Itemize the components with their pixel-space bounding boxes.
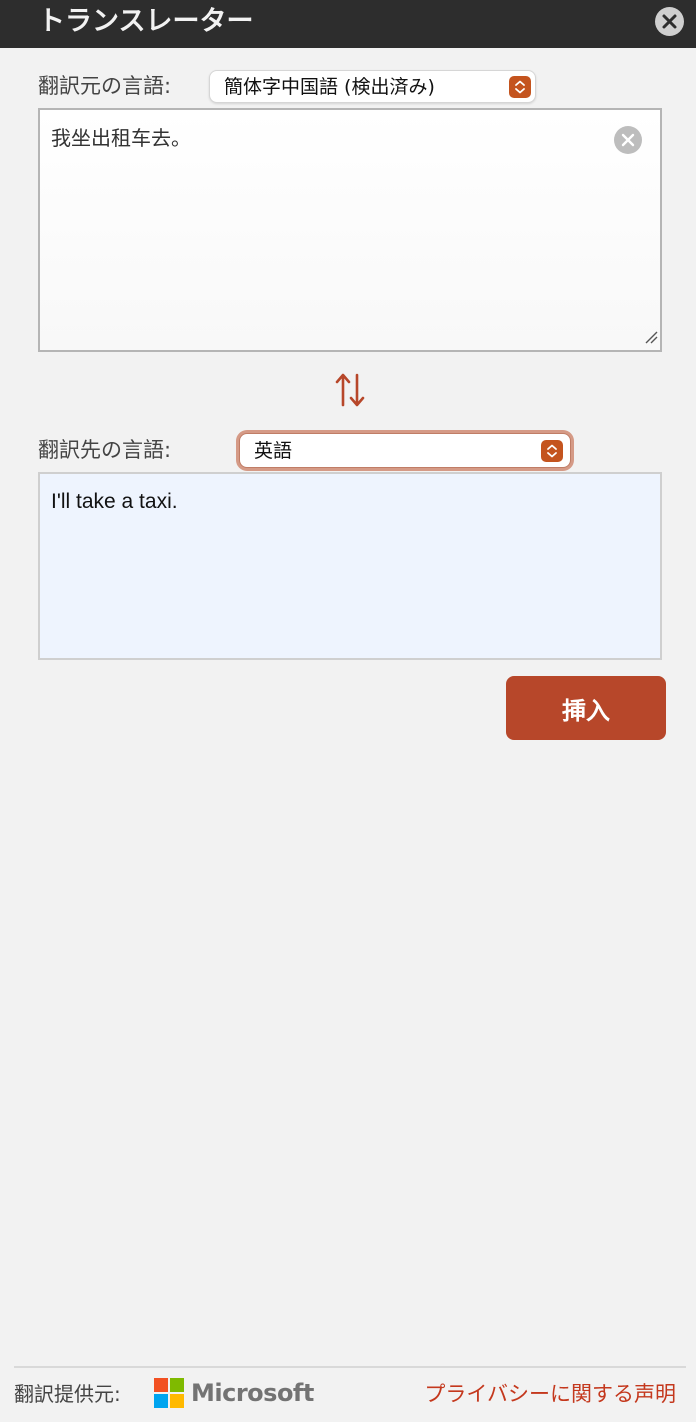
clear-text-icon[interactable] xyxy=(614,126,642,154)
footer-divider xyxy=(14,1366,686,1368)
chevron-updown-icon xyxy=(541,440,563,462)
privacy-statement-link[interactable]: プライバシーに関する声明 xyxy=(424,1380,676,1408)
swap-languages-icon[interactable] xyxy=(334,372,366,412)
insert-button[interactable]: 挿入 xyxy=(506,676,666,740)
translated-text: I'll take a taxi. xyxy=(51,490,178,513)
microsoft-logo-icon xyxy=(154,1378,184,1408)
target-language-select[interactable]: 英語 xyxy=(239,433,571,468)
source-text-area[interactable]: 我坐出租车去。 xyxy=(38,108,662,352)
target-language-value: 英語 xyxy=(254,440,293,462)
target-text-area: I'll take a taxi. xyxy=(38,472,662,660)
source-text: 我坐出租车去。 xyxy=(51,126,191,150)
target-language-label: 翻訳先の言語: xyxy=(38,438,172,462)
provider-name: Microsoft xyxy=(191,1379,314,1407)
source-language-select[interactable]: 簡体字中国語 (検出済み) xyxy=(209,70,536,103)
resize-handle-icon[interactable] xyxy=(644,329,658,348)
source-language-value: 簡体字中国語 (検出済み) xyxy=(224,76,435,98)
chevron-updown-icon xyxy=(509,76,531,98)
source-language-label: 翻訳元の言語: xyxy=(38,74,172,98)
window-title: トランスレーター xyxy=(38,6,254,37)
title-bar: トランスレーター xyxy=(0,0,696,48)
close-icon[interactable] xyxy=(655,7,684,36)
provider-label: 翻訳提供元: xyxy=(14,1382,121,1406)
